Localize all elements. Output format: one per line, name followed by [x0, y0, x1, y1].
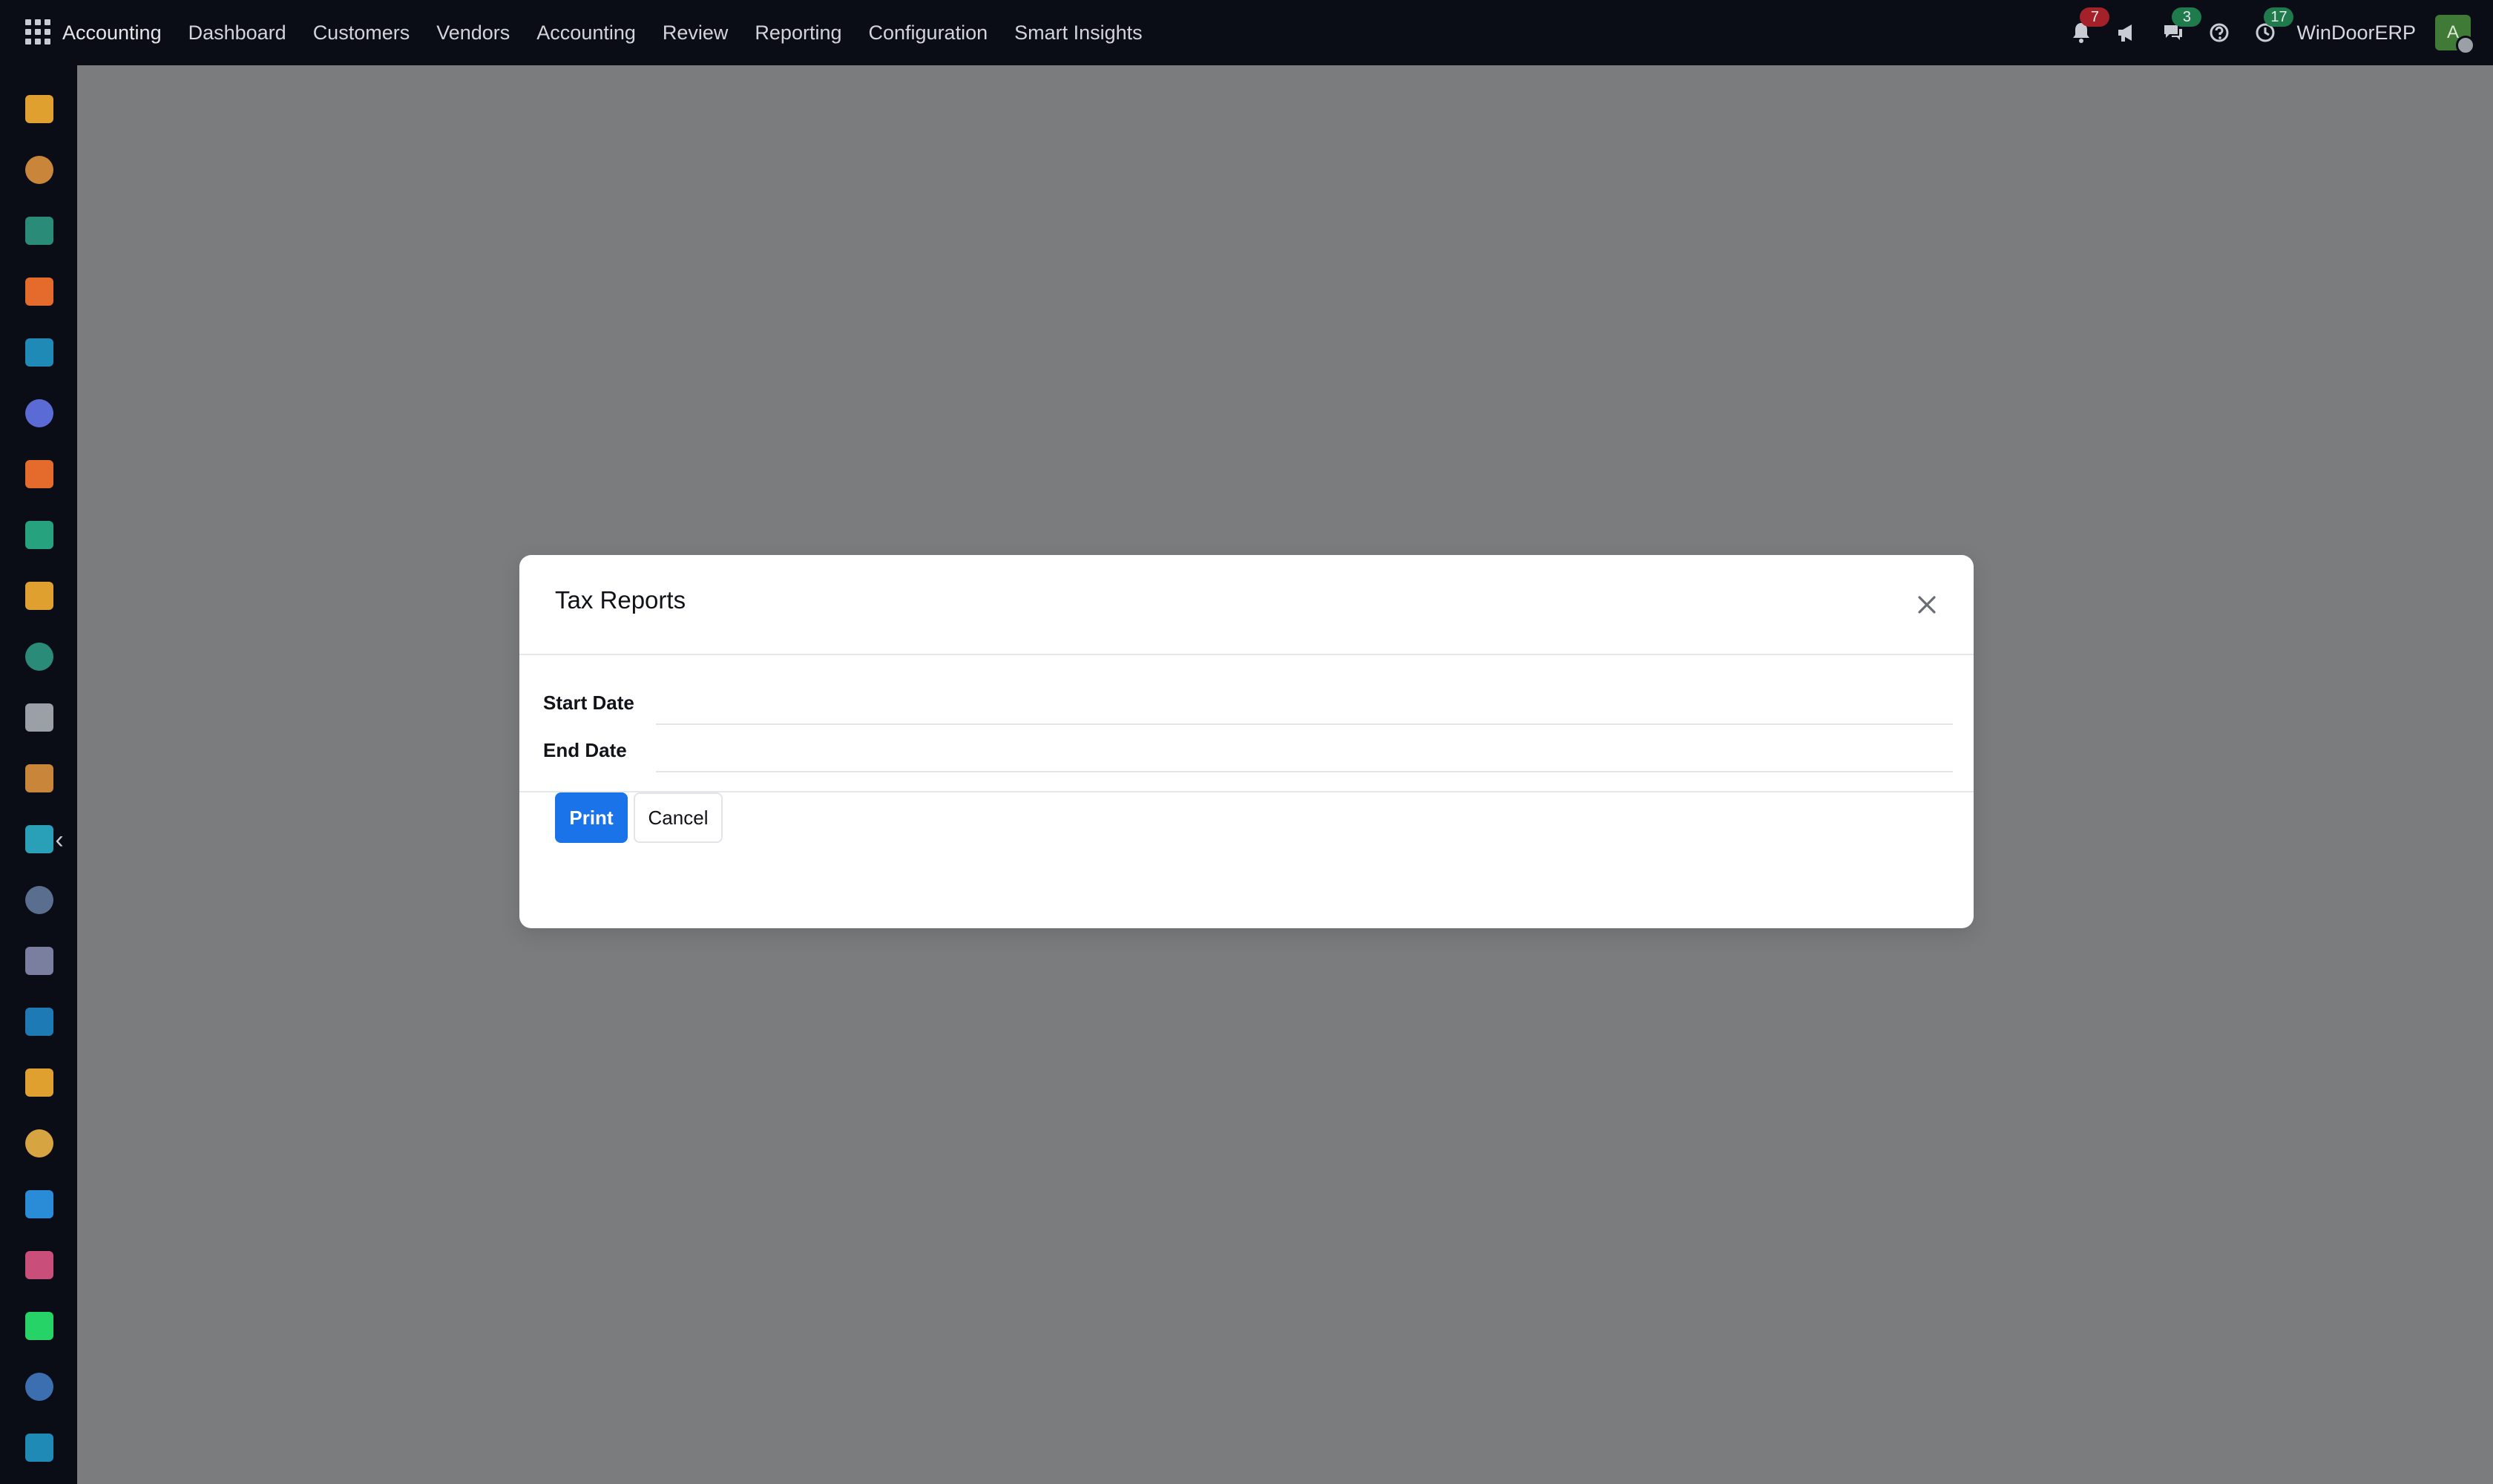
livechat-app-icon[interactable] — [25, 460, 53, 488]
cancel-button[interactable]: Cancel — [634, 792, 723, 843]
activities-badge: 17 — [2264, 7, 2294, 27]
website-builder-app-icon[interactable] — [25, 1434, 53, 1462]
discuss-app-icon[interactable] — [25, 278, 53, 306]
calendar-app-icon[interactable] — [25, 1129, 53, 1158]
menu-item-vendors[interactable]: Vendors — [436, 22, 510, 45]
product-app-icon[interactable] — [25, 947, 53, 975]
help-icon[interactable] — [2204, 18, 2234, 47]
end-date-input[interactable] — [656, 735, 1953, 772]
main-menu: Accounting Dashboard Customers Vendors A… — [62, 0, 1169, 65]
project-app-icon[interactable] — [25, 764, 53, 792]
dashboard-app-icon[interactable] — [25, 1251, 53, 1279]
employees-app-icon[interactable] — [25, 643, 53, 671]
documents-app-icon[interactable] — [25, 521, 53, 549]
sales-app-icon[interactable] — [25, 95, 53, 123]
close-icon[interactable] — [1910, 588, 1944, 622]
dialog-header: Tax Reports — [519, 555, 1974, 655]
tasks-app-icon[interactable] — [25, 825, 53, 853]
end-date-label: End Date — [543, 739, 627, 761]
team-app-icon[interactable] — [25, 1068, 53, 1097]
knowledge-app-icon[interactable] — [25, 886, 53, 914]
menu-item-reporting[interactable]: Reporting — [755, 22, 841, 45]
website-app-icon[interactable] — [25, 338, 53, 367]
top-navbar: Accounting Dashboard Customers Vendors A… — [0, 0, 2493, 65]
crm-app-icon[interactable] — [25, 156, 53, 184]
tax-reports-dialog: Tax Reports Start Date End Date Print Ca… — [519, 555, 1974, 928]
menu-item-customers[interactable]: Customers — [313, 22, 410, 45]
start-date-input[interactable] — [656, 688, 1953, 725]
menu-item-smart-insights[interactable]: Smart Insights — [1014, 22, 1143, 45]
app-brand-link[interactable]: Accounting — [62, 22, 162, 45]
start-date-row: Start Date — [543, 680, 1953, 725]
menu-item-accounting[interactable]: Accounting — [536, 22, 636, 45]
chat-icon[interactable]: 3 — [2158, 7, 2202, 47]
invoicing-app-icon[interactable] — [25, 1008, 53, 1036]
email-marketing-app-icon[interactable] — [25, 399, 53, 427]
dialog-title: Tax Reports — [555, 586, 686, 614]
contacts-app-icon[interactable] — [25, 217, 53, 245]
app-sidebar: ‹ — [0, 65, 77, 1484]
start-date-label: Start Date — [543, 692, 634, 714]
whatsapp-app-icon[interactable] — [25, 1312, 53, 1340]
app-menu-grid-icon[interactable] — [25, 19, 50, 45]
clock-icon[interactable]: 17 — [2250, 7, 2294, 47]
systray: 7 3 17 WinDoorERP A — [2066, 0, 2493, 65]
sign-app-icon[interactable] — [25, 1190, 53, 1218]
dialog-body: Start Date End Date — [519, 655, 1974, 792]
user-avatar[interactable]: A — [2435, 15, 2475, 55]
menu-item-dashboard[interactable]: Dashboard — [188, 22, 286, 45]
messages-badge: 3 — [2172, 7, 2202, 27]
print-button[interactable]: Print — [555, 792, 628, 843]
menu-item-configuration[interactable]: Configuration — [869, 22, 988, 45]
notifications-badge: 7 — [2080, 7, 2110, 27]
end-date-row: End Date — [543, 728, 1953, 772]
bell-icon[interactable]: 7 — [2066, 7, 2110, 47]
reporting-app-icon[interactable] — [25, 582, 53, 610]
presence-status-icon — [2456, 36, 2475, 55]
menu-item-review[interactable]: Review — [663, 22, 729, 45]
megaphone-icon[interactable] — [2112, 18, 2142, 47]
company-switcher[interactable]: WinDoorERP — [2296, 22, 2416, 45]
dialog-footer: Print Cancel — [519, 792, 1974, 928]
timesheet-app-icon[interactable] — [25, 1373, 53, 1401]
inventory-app-icon[interactable] — [25, 703, 53, 732]
